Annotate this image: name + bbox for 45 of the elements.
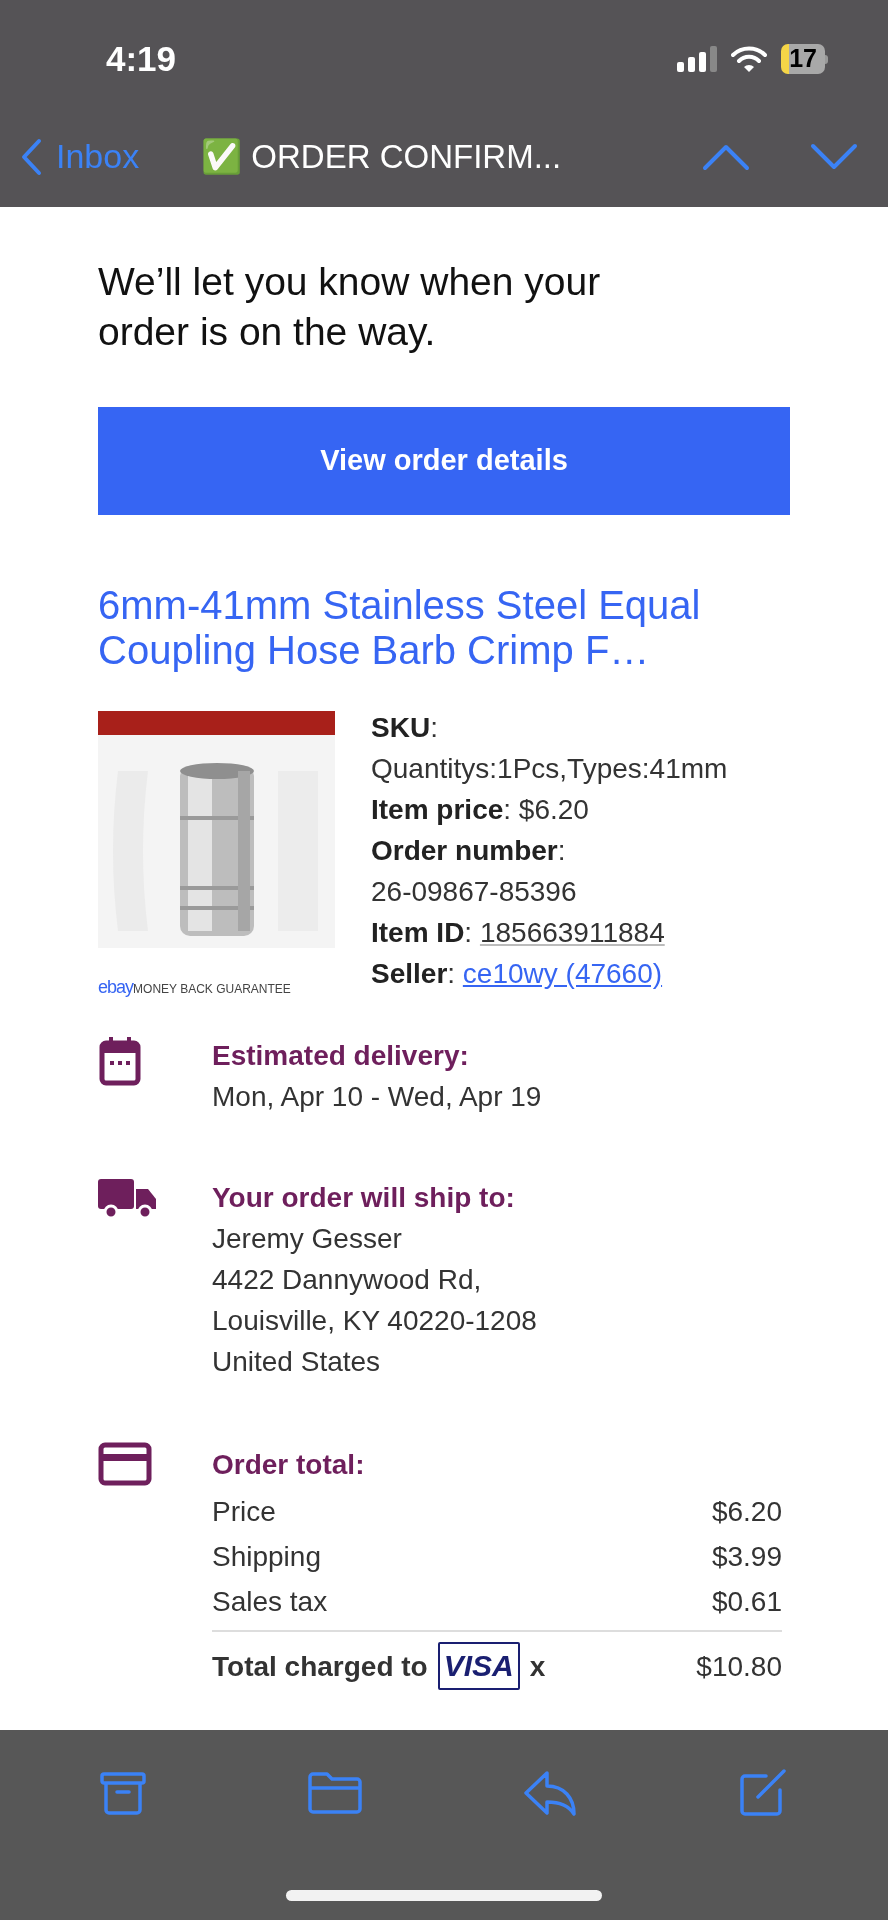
- visa-logo: VISA: [437, 1642, 520, 1690]
- guarantee-text: MONEY BACK GUARANTEE: [133, 982, 291, 996]
- detail-line: Order number:: [371, 834, 567, 868]
- total-label: Price: [212, 1495, 276, 1529]
- folder-icon[interactable]: [306, 1770, 363, 1815]
- chevron-left-icon: [20, 137, 42, 176]
- credit-card-icon: [98, 1442, 152, 1486]
- total-label: Total charged to: [212, 1649, 428, 1684]
- section-line: 4422 Dannywood Rd,: [212, 1263, 483, 1297]
- archive-icon[interactable]: [100, 1769, 147, 1816]
- total-amount: $3.99: [711, 1540, 782, 1574]
- section-line: United States: [212, 1345, 382, 1379]
- total-label: Sales tax: [212, 1585, 328, 1619]
- section-line: Mon, Apr 10 - Wed, Apr 19: [212, 1080, 542, 1114]
- compose-icon[interactable]: [737, 1767, 788, 1818]
- ebay-logo: ebay: [98, 976, 134, 999]
- reply-icon[interactable]: [523, 1769, 578, 1816]
- total-amount: $10.80: [696, 1649, 782, 1684]
- calendar-icon: [98, 1035, 142, 1087]
- section-title: Estimated delivery:: [212, 1039, 470, 1073]
- battery-indicator: 17: [781, 44, 825, 74]
- chevron-up-icon[interactable]: [702, 142, 750, 171]
- total-amount: $6.20: [711, 1495, 782, 1529]
- view-order-button[interactable]: View order details: [98, 407, 790, 515]
- detail-line: SKU:: [371, 711, 439, 745]
- section-title: Order total:: [212, 1448, 366, 1482]
- section-line: Louisville, KY 40220-1208: [212, 1304, 537, 1338]
- detail-line: Seller: ce10wy (47660): [371, 957, 664, 991]
- email-subject: ✅ ORDER CONFIRM...: [201, 136, 562, 177]
- section-title: Your order will ship to:: [212, 1181, 516, 1215]
- status-time: 4:19: [106, 37, 177, 80]
- total-amount: $0.61: [711, 1585, 782, 1619]
- section-line: Jeremy Gesser: [212, 1222, 403, 1256]
- seller-link[interactable]: ce10wy (47660): [462, 958, 663, 989]
- card-suffix: x: [529, 1649, 546, 1684]
- signal-icon: [677, 46, 718, 72]
- product-title[interactable]: 6mm-41mm Stainless Steel Equal Coupling Hose Barb Crimp F…: [98, 583, 798, 673]
- detail-line: Quantitys:1Pcs,Types:41mm: [371, 752, 728, 786]
- detail-line: Item price: $6.20: [371, 793, 590, 827]
- total-label: Shipping: [212, 1540, 321, 1574]
- detail-line: 26-09867-85396: [371, 875, 578, 909]
- detail-line: Item ID: 185663911884: [371, 916, 666, 950]
- wifi-icon: [731, 45, 768, 73]
- intro-text: We’ll let you know when your order is on the way.: [98, 259, 602, 355]
- chevron-down-icon[interactable]: [810, 142, 858, 171]
